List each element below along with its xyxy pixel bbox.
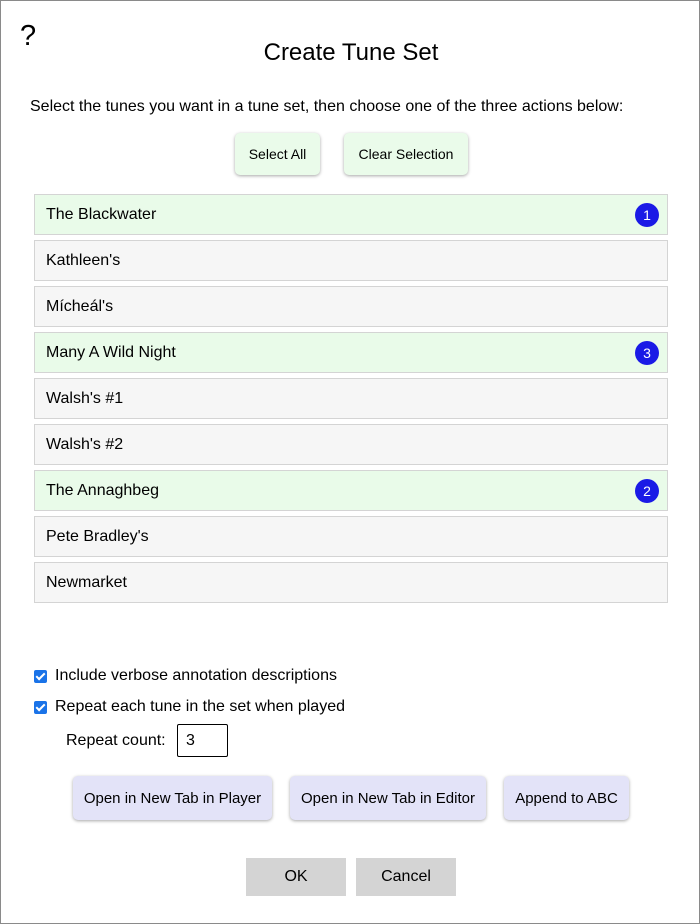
tune-name: Many A Wild Night (46, 344, 176, 361)
select-all-button[interactable]: Select All (235, 133, 320, 175)
tune-name: Mícheál's (46, 298, 114, 315)
tune-item[interactable]: Newmarket (34, 562, 668, 603)
tune-item[interactable]: The Annaghbeg 2 (34, 470, 668, 511)
tune-item[interactable]: The Blackwater 1 (34, 194, 668, 235)
open-in-editor-button[interactable]: Open in New Tab in Editor (290, 776, 486, 820)
tune-name: Pete Bradley's (46, 528, 149, 545)
open-in-player-button[interactable]: Open in New Tab in Player (73, 776, 272, 820)
cancel-button[interactable]: Cancel (356, 858, 456, 896)
repeat-tunes-option: Repeat each tune in the set when played (34, 697, 345, 717)
selection-order-badge: 1 (635, 203, 659, 227)
tune-item[interactable]: Kathleen's (34, 240, 668, 281)
tune-item[interactable]: Walsh's #2 (34, 424, 668, 465)
ok-button[interactable]: OK (246, 858, 346, 896)
selection-order-badge: 2 (635, 479, 659, 503)
instructions-text: Select the tunes you want in a tune set,… (30, 98, 624, 115)
tune-list: The Blackwater 1 Kathleen's Mícheál's Ma… (34, 194, 668, 608)
tune-name: Kathleen's (46, 252, 121, 269)
verbose-annotations-option: Include verbose annotation descriptions (34, 666, 337, 686)
create-tune-set-dialog: ? Create Tune Set Select the tunes you w… (0, 0, 700, 924)
clear-selection-button[interactable]: Clear Selection (344, 133, 468, 175)
repeat-tunes-checkbox[interactable] (34, 700, 47, 714)
tune-name: Walsh's #1 (46, 390, 124, 407)
tune-item[interactable]: Many A Wild Night 3 (34, 332, 668, 373)
tune-name: The Blackwater (46, 206, 157, 223)
repeat-count-label: Repeat count: (66, 732, 166, 749)
tune-name: The Annaghbeg (46, 482, 159, 499)
repeat-tunes-label: Repeat each tune in the set when played (55, 698, 345, 715)
tune-item[interactable]: Pete Bradley's (34, 516, 668, 557)
verbose-annotations-label: Include verbose annotation descriptions (55, 667, 337, 684)
tune-item[interactable]: Mícheál's (34, 286, 668, 327)
tune-name: Newmarket (46, 574, 127, 591)
repeat-count-input[interactable] (177, 724, 228, 757)
dialog-title: Create Tune Set (263, 39, 439, 66)
tune-name: Walsh's #2 (46, 436, 124, 453)
selection-order-badge: 3 (635, 341, 659, 365)
append-to-abc-button[interactable]: Append to ABC (504, 776, 629, 820)
tune-item[interactable]: Walsh's #1 (34, 378, 668, 419)
verbose-annotations-checkbox[interactable] (34, 669, 47, 683)
